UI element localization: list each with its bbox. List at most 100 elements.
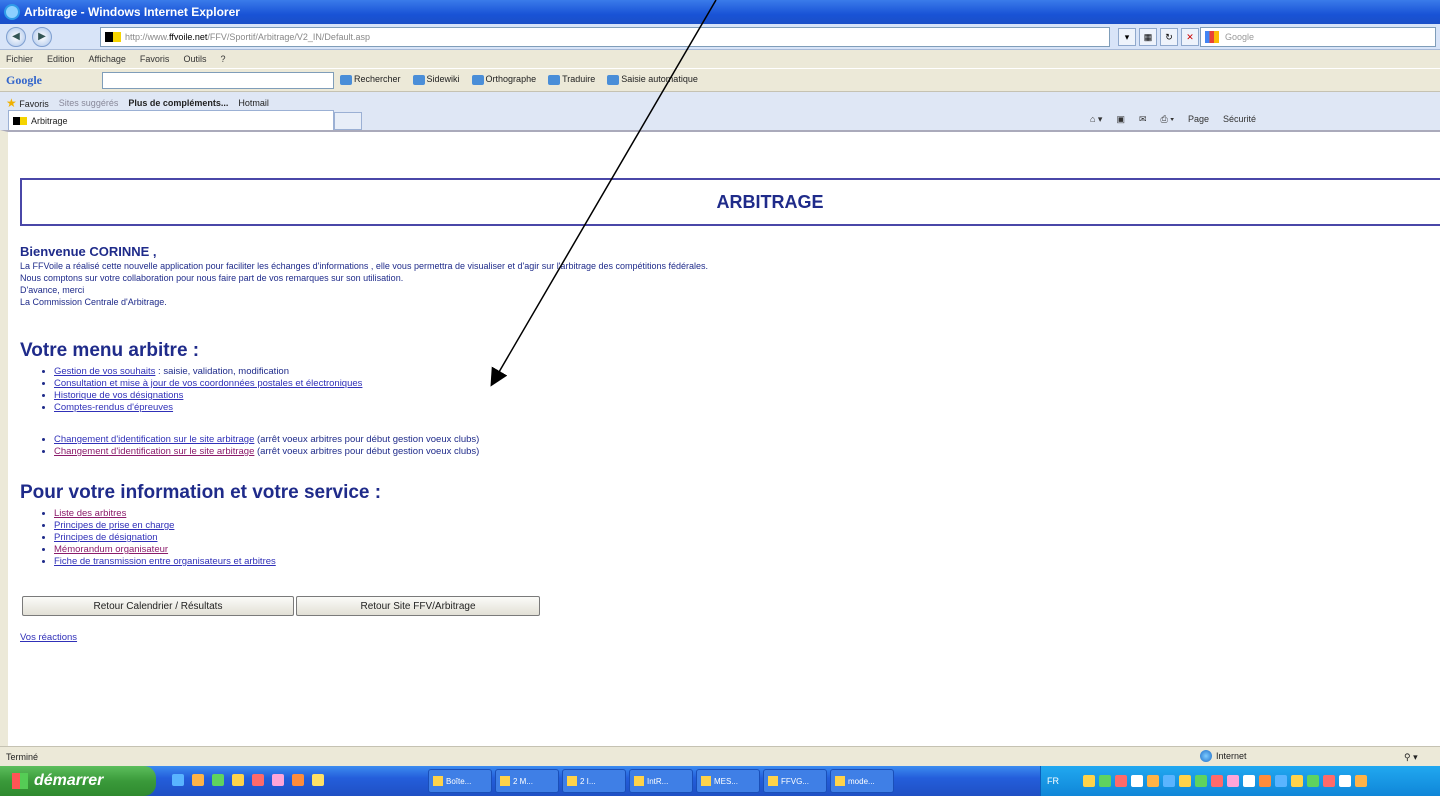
- list-item: Principes de désignation: [54, 532, 276, 544]
- translate-icon: [548, 74, 561, 85]
- menu-outils[interactable]: Outils: [183, 54, 206, 64]
- tray-icon[interactable]: [1195, 775, 1207, 787]
- menu-affichage[interactable]: Affichage: [89, 54, 126, 64]
- translate-button[interactable]: Traduire: [548, 74, 595, 85]
- contact-update-link[interactable]: Consultation et mise à jour de vos coord…: [54, 378, 362, 389]
- quicklaunch-icon[interactable]: [272, 774, 284, 786]
- url-prefix: http://www.: [125, 32, 170, 42]
- search-placeholder: Google: [1225, 32, 1255, 42]
- google-search-button[interactable]: Rechercher: [340, 74, 401, 85]
- task-item[interactable]: IntR...: [629, 769, 693, 793]
- quicklaunch-icon[interactable]: [312, 774, 324, 786]
- designation-principles-link[interactable]: Principes de désignation: [54, 532, 158, 543]
- organizer-memo-link[interactable]: Mémorandum organisateur: [54, 544, 168, 555]
- tray-icon[interactable]: [1307, 775, 1319, 787]
- ffv-site-button[interactable]: Retour Site FFV/Arbitrage: [296, 596, 540, 616]
- list-item: Changement d'identification sur le site …: [54, 446, 479, 458]
- tray-icon[interactable]: [1211, 775, 1223, 787]
- task-item[interactable]: FFVG...: [763, 769, 827, 793]
- ie-icon: [4, 4, 20, 20]
- quicklaunch-icon[interactable]: [212, 774, 224, 786]
- history-link[interactable]: Historique de vos désignations: [54, 390, 183, 401]
- wishes-link[interactable]: Gestion de vos souhaits: [54, 366, 155, 377]
- hotmail-link[interactable]: Hotmail: [238, 98, 269, 108]
- language-indicator[interactable]: FR: [1047, 776, 1059, 786]
- change-id-link-visited[interactable]: Changement d'identification sur le site …: [54, 446, 254, 457]
- compat-view-icon[interactable]: ▦: [1139, 28, 1157, 46]
- google-search-input[interactable]: [102, 72, 334, 89]
- task-item[interactable]: 2 M...: [495, 769, 559, 793]
- intro-text: La FFVoile a réalisé cette nouvelle appl…: [20, 260, 708, 308]
- suggested-sites-link[interactable]: Sites suggérés: [59, 98, 119, 108]
- autofill-button[interactable]: Saisie automatique: [607, 74, 698, 85]
- quicklaunch-icon[interactable]: [232, 774, 244, 786]
- security-menu[interactable]: Sécurité: [1223, 114, 1256, 125]
- print-icon[interactable]: ⎙ ▾: [1161, 114, 1174, 125]
- tray-icon[interactable]: [1099, 775, 1111, 787]
- tab-arbitrage[interactable]: Arbitrage: [8, 110, 334, 130]
- tray-icon[interactable]: [1275, 775, 1287, 787]
- task-item[interactable]: MES...: [696, 769, 760, 793]
- info-links-list: Liste des arbitres Principes de prise en…: [54, 508, 276, 568]
- reactions-link[interactable]: Vos réactions: [20, 632, 77, 643]
- menu-section-title: Votre menu arbitre :: [20, 340, 200, 361]
- ie-icon[interactable]: [172, 774, 184, 786]
- tray-icon[interactable]: [1259, 775, 1271, 787]
- menu-edition[interactable]: Edition: [47, 54, 75, 64]
- dropdown-icon[interactable]: ▾: [1118, 28, 1136, 46]
- referees-list-link[interactable]: Liste des arbitres: [54, 508, 126, 519]
- url-input[interactable]: http://www. ffvoile.net/FFV/Sportif/Arbit…: [100, 27, 1110, 47]
- tray-icon[interactable]: [1339, 775, 1351, 787]
- tray-icon[interactable]: [1179, 775, 1191, 787]
- home-icon[interactable]: ⌂ ▾: [1090, 114, 1102, 125]
- favorites-bar: ★ Favoris Sites suggérés Plus de complém…: [0, 92, 1440, 130]
- tray-icon[interactable]: [1291, 775, 1303, 787]
- page-banner: ARBITRAGE: [20, 178, 1440, 226]
- page-menu[interactable]: Page: [1188, 114, 1209, 125]
- tray-icon[interactable]: [1131, 775, 1143, 787]
- security-zone: Internet: [1200, 750, 1247, 762]
- autofill-icon: [607, 74, 620, 85]
- tray-icon[interactable]: [1323, 775, 1335, 787]
- coverage-principles-link[interactable]: Principes de prise en charge: [54, 520, 174, 531]
- status-bar: Terminé Internet ⚲ ▾: [0, 746, 1440, 766]
- tray-icon[interactable]: [1083, 775, 1095, 787]
- reports-link[interactable]: Comptes-rendus d'épreuves: [54, 402, 173, 413]
- refresh-icon[interactable]: ↻: [1160, 28, 1178, 46]
- menu-favoris[interactable]: Favoris: [140, 54, 170, 64]
- tray-icon[interactable]: [1227, 775, 1239, 787]
- quicklaunch-icon[interactable]: [292, 774, 304, 786]
- mail-icon[interactable]: ✉: [1139, 114, 1147, 125]
- tray-icon[interactable]: [1115, 775, 1127, 787]
- start-button[interactable]: démarrer: [0, 766, 156, 796]
- spellcheck-button[interactable]: Orthographe: [471, 74, 536, 85]
- menu-help[interactable]: ?: [220, 54, 225, 64]
- task-item[interactable]: Boîte...: [428, 769, 492, 793]
- change-id-link[interactable]: Changement d'identification sur le site …: [54, 434, 254, 445]
- quicklaunch-icon[interactable]: [252, 774, 264, 786]
- tray-icon[interactable]: [1243, 775, 1255, 787]
- page-title: ARBITRAGE: [716, 191, 824, 212]
- tray-icon[interactable]: [1355, 775, 1367, 787]
- list-item: Comptes-rendus d'épreuves: [54, 402, 362, 414]
- new-tab-button[interactable]: [334, 112, 362, 130]
- feeds-icon[interactable]: ▣: [1116, 114, 1125, 125]
- menu-fichier[interactable]: Fichier: [6, 54, 33, 64]
- tray-icon[interactable]: [1163, 775, 1175, 787]
- transmission-sheet-link[interactable]: Fiche de transmission entre organisateur…: [54, 556, 276, 567]
- search-icon: [340, 74, 352, 85]
- forward-icon[interactable]: ▶: [32, 26, 52, 47]
- back-icon[interactable]: ◀: [6, 26, 26, 47]
- stop-icon[interactable]: ✕: [1181, 28, 1199, 46]
- calendar-results-button[interactable]: Retour Calendrier / Résultats: [22, 596, 294, 616]
- more-addons-link[interactable]: Plus de compléments...: [128, 98, 228, 108]
- search-input[interactable]: Google: [1200, 27, 1436, 47]
- task-item[interactable]: 2 I...: [562, 769, 626, 793]
- tray-icon[interactable]: [1147, 775, 1159, 787]
- task-item[interactable]: mode...: [830, 769, 894, 793]
- menu-bar: Fichier Edition Affichage Favoris Outils…: [0, 50, 1440, 68]
- favorites-button[interactable]: ★ Favoris: [6, 96, 49, 110]
- sidewiki-button[interactable]: Sidewiki: [412, 74, 460, 85]
- quicklaunch-icon[interactable]: [192, 774, 204, 786]
- zoom-icon[interactable]: ⚲ ▾: [1404, 752, 1418, 763]
